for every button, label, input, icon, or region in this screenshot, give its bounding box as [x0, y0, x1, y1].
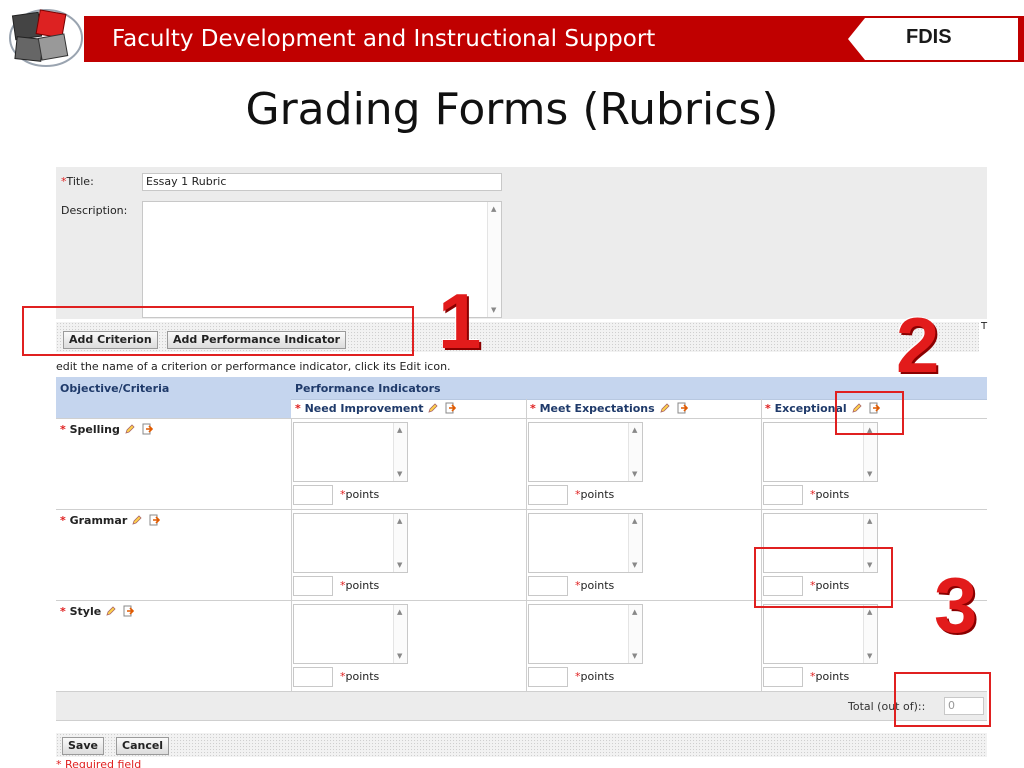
- truncated-text: T: [981, 321, 988, 332]
- indicator-description-textarea[interactable]: ▲ ▼: [763, 604, 878, 664]
- criteria-header: Objective/Criteria: [56, 377, 291, 418]
- criteria-header-label: Objective/Criteria: [60, 382, 170, 395]
- scrollbar[interactable]: ▲ ▼: [628, 605, 642, 663]
- save-button[interactable]: Save: [62, 737, 104, 755]
- points-input[interactable]: [763, 667, 803, 687]
- points-input[interactable]: [528, 667, 568, 687]
- annotation-number-1: 1: [438, 277, 482, 365]
- annotation-box-2: [835, 391, 904, 435]
- points-label: *points: [575, 488, 615, 501]
- pencil-icon[interactable]: [105, 605, 117, 617]
- table-row: * Style: [60, 605, 135, 618]
- header-banner: Faculty Development and Instructional Su…: [84, 16, 1024, 62]
- column-divider: [761, 399, 762, 691]
- pencil-icon[interactable]: [427, 402, 439, 414]
- points-input[interactable]: [293, 667, 333, 687]
- edit-arrow-icon[interactable]: [677, 402, 688, 414]
- pencil-icon[interactable]: [659, 402, 671, 414]
- points-label: *points: [340, 488, 380, 501]
- scrollbar[interactable]: ▲ ▼: [393, 605, 407, 663]
- annotation-box-4: [894, 672, 991, 727]
- indicator-header-0: * Need Improvement: [291, 399, 526, 418]
- points-label: *points: [575, 670, 615, 683]
- points-label: *points: [340, 579, 380, 592]
- indicator-description-textarea[interactable]: ▲ ▼: [528, 604, 643, 664]
- points-input[interactable]: [293, 576, 333, 596]
- page-title: Grading Forms (Rubrics): [245, 84, 779, 135]
- logo-puzzle-icon: [9, 9, 83, 67]
- scrollbar[interactable]: ▲ ▼: [628, 514, 642, 572]
- brand-box: FDIS: [848, 18, 1018, 60]
- indicator-label: Meet Expectations: [539, 402, 655, 415]
- save-bar: [56, 733, 987, 757]
- annotation-box-1: [22, 306, 414, 356]
- scrollbar[interactable]: ▲ ▼: [393, 423, 407, 481]
- banner-title: Faculty Development and Instructional Su…: [112, 26, 656, 52]
- points-input[interactable]: [293, 485, 333, 505]
- indicator-header-1: * Meet Expectations: [526, 399, 761, 418]
- scrollbar[interactable]: ▲ ▼: [628, 423, 642, 481]
- scrollbar[interactable]: ▲ ▼: [393, 514, 407, 572]
- column-divider: [291, 418, 292, 691]
- title-label: *Title:: [61, 175, 94, 188]
- indicator-description-textarea[interactable]: ▲ ▼: [528, 422, 643, 482]
- pencil-icon[interactable]: [124, 423, 136, 435]
- required-field-note: * Required field: [56, 758, 142, 768]
- hint-text: edit the name of a criterion or performa…: [56, 360, 451, 373]
- description-label: Description:: [61, 204, 128, 217]
- indicator-description-textarea[interactable]: ▲ ▼: [293, 422, 408, 482]
- row-divider: [56, 509, 987, 510]
- points-input[interactable]: [528, 576, 568, 596]
- points-input[interactable]: [763, 485, 803, 505]
- edit-arrow-icon[interactable]: [445, 402, 457, 414]
- annotation-number-2: 2: [896, 301, 940, 389]
- indicators-header-label: Performance Indicators: [295, 382, 441, 395]
- indicator-label: Need Improvement: [304, 402, 424, 415]
- edit-arrow-icon[interactable]: [149, 514, 161, 526]
- points-label: *points: [340, 670, 380, 683]
- indicator-description-textarea[interactable]: ▲ ▼: [293, 513, 408, 573]
- points-label: *points: [575, 579, 615, 592]
- column-divider: [526, 399, 527, 691]
- edit-arrow-icon[interactable]: [142, 423, 154, 435]
- criterion-label: Spelling: [69, 423, 120, 436]
- scrollbar[interactable]: ▲ ▼: [487, 202, 501, 317]
- annotation-box-3: [754, 547, 893, 608]
- title-input[interactable]: Essay 1 Rubric: [142, 173, 502, 191]
- annotation-number-3: 3: [934, 561, 978, 649]
- cancel-button[interactable]: Cancel: [116, 737, 170, 755]
- logo: [4, 4, 84, 68]
- edit-arrow-icon[interactable]: [123, 605, 135, 617]
- table-row: * Spelling: [60, 423, 154, 436]
- pencil-icon[interactable]: [131, 514, 143, 526]
- indicator-description-textarea[interactable]: ▲ ▼: [293, 604, 408, 664]
- brand-label: FDIS: [906, 26, 952, 48]
- points-input[interactable]: [528, 485, 568, 505]
- indicator-description-textarea[interactable]: ▲ ▼: [528, 513, 643, 573]
- criterion-label: Grammar: [69, 514, 128, 527]
- scrollbar[interactable]: ▲ ▼: [863, 605, 877, 663]
- table-row: * Grammar: [60, 514, 161, 527]
- points-label: *points: [810, 488, 850, 501]
- points-label: *points: [810, 670, 850, 683]
- criterion-label: Style: [69, 605, 102, 618]
